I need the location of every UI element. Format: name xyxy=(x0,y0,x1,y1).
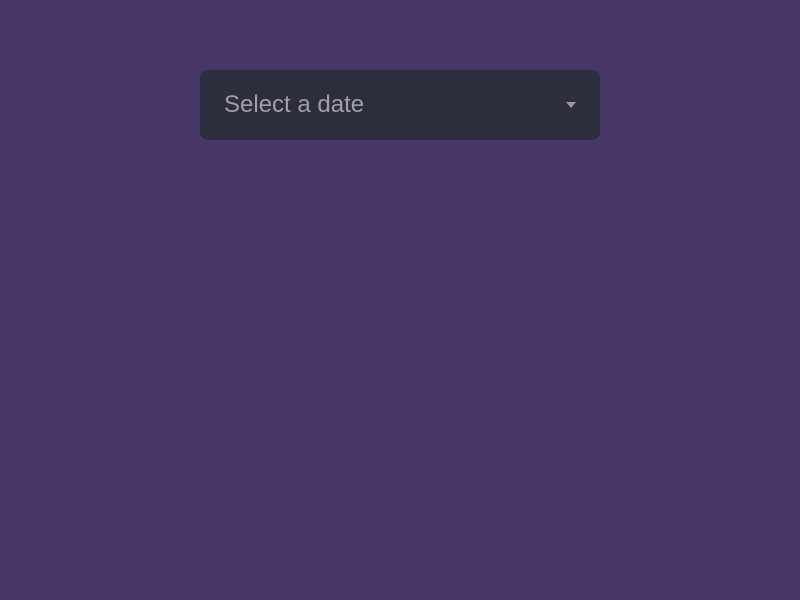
caret-down-icon xyxy=(566,102,576,108)
date-select-label: Select a date xyxy=(224,91,364,119)
date-select[interactable]: Select a date xyxy=(200,70,600,140)
